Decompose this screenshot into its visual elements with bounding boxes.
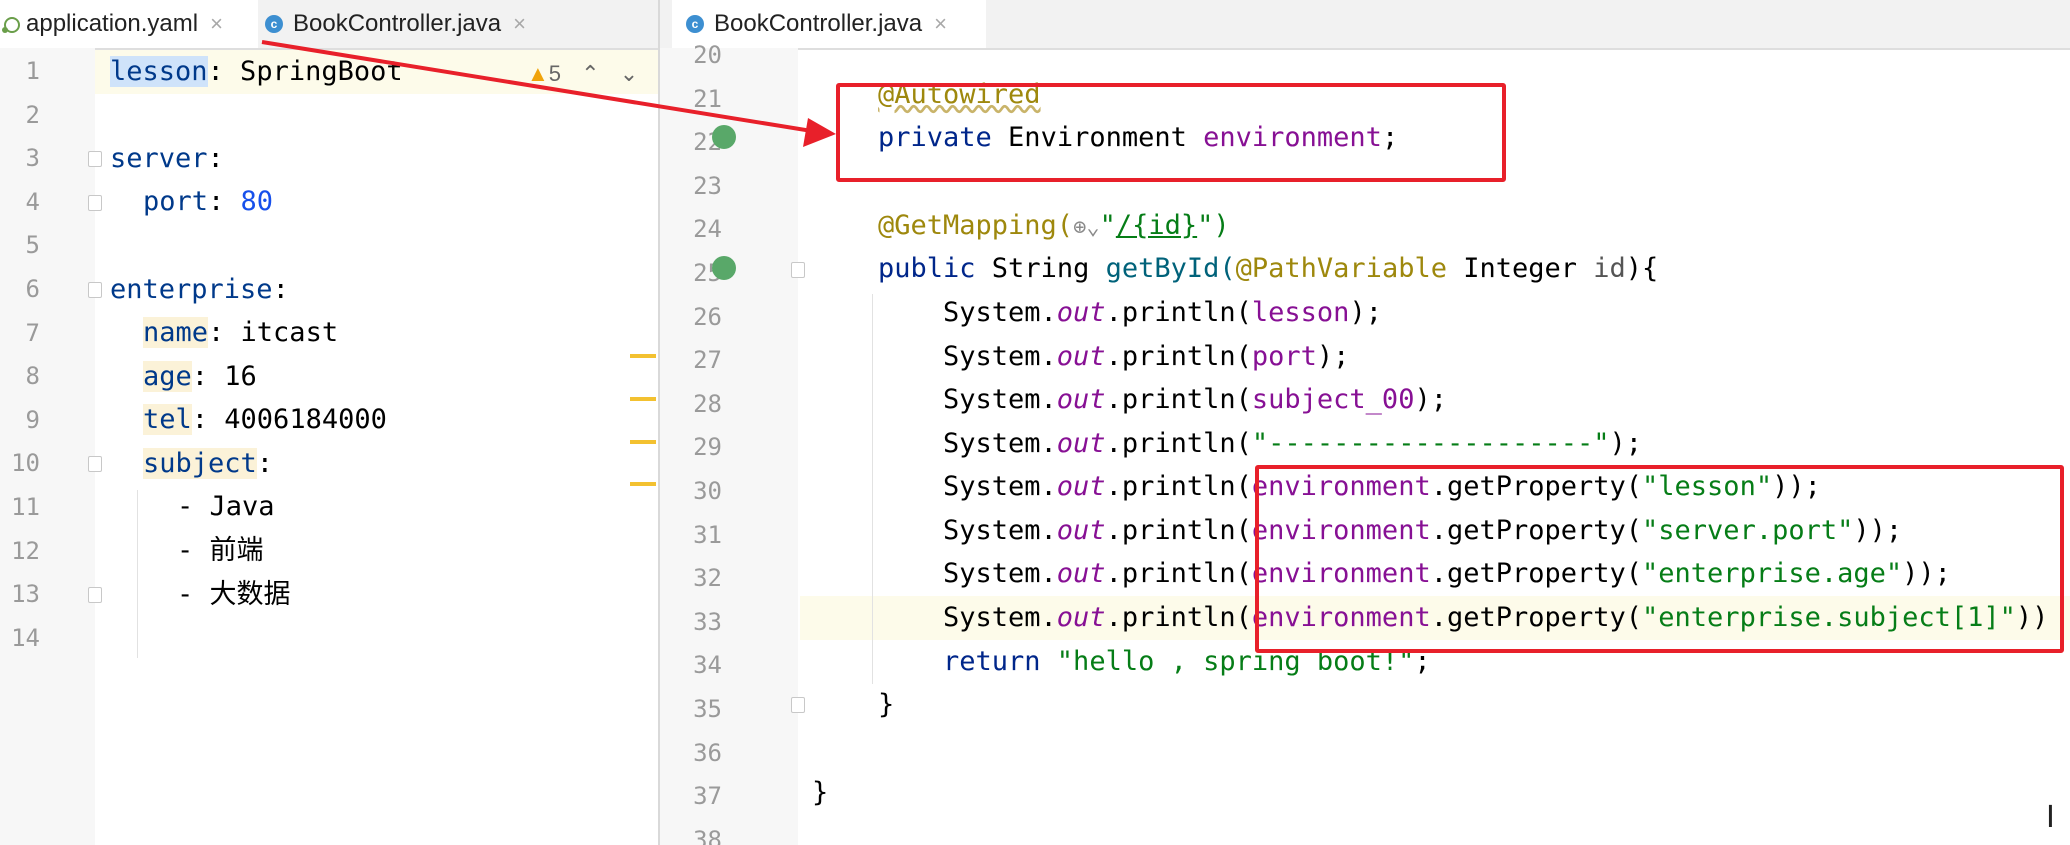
line-number: 7 <box>25 318 40 347</box>
annotation-box-autowired <box>836 83 1506 182</box>
right-editor-pane: c BookController.java × 20 21 22 23 24 2… <box>660 0 2070 845</box>
java-class-icon: c <box>686 15 704 33</box>
line-number: 26 <box>693 302 722 331</box>
fold-marker[interactable] <box>791 262 805 278</box>
left-editor-pane: application.yaml × c BookController.java… <box>0 0 660 845</box>
java-class-icon: c <box>265 15 283 33</box>
line-number: 20 <box>693 41 722 69</box>
line-number: 2 <box>25 100 40 129</box>
fold-marker[interactable] <box>88 151 102 167</box>
line-number: 23 <box>693 171 722 200</box>
close-icon[interactable]: × <box>934 11 947 37</box>
code-line-35[interactable]: } <box>878 683 894 727</box>
change-marker[interactable] <box>630 482 656 486</box>
yaml-file-icon <box>0 14 20 34</box>
code-line-8[interactable]: age: 16 <box>143 355 257 399</box>
code-line-25[interactable]: public String getById(@PathVariable Inte… <box>878 247 1658 291</box>
line-number: 14 <box>11 623 40 652</box>
text-cursor-icon: I <box>2046 800 2055 835</box>
line-number: 10 <box>11 449 40 478</box>
line-number: 12 <box>11 536 40 565</box>
tab-label: BookController.java <box>714 10 923 37</box>
right-tab-bar: c BookController.java × <box>660 0 2070 50</box>
chevron-down-icon[interactable]: ⌄ <box>620 61 638 86</box>
line-number: 8 <box>25 362 40 391</box>
line-number: 34 <box>693 651 722 680</box>
line-number: 29 <box>693 433 722 462</box>
close-icon[interactable]: × <box>210 11 223 37</box>
code-line-24[interactable]: @GetMapping(⊕⌄"/{id}") <box>878 204 1230 248</box>
globe-icon: ⊕⌄ <box>1073 215 1100 240</box>
code-line-37[interactable]: } <box>812 771 828 815</box>
code-line-13[interactable]: - 大数据 <box>177 573 291 617</box>
line-number: 1 <box>25 57 40 85</box>
fold-marker[interactable] <box>88 587 102 603</box>
line-number: 13 <box>11 580 40 609</box>
inspection-widget[interactable]: ▲5 ⌃ ⌄ <box>527 61 638 87</box>
tab-application-yaml[interactable]: application.yaml × <box>0 0 258 48</box>
annotation-box-getproperty <box>1255 465 2064 653</box>
tab-label: BookController.java <box>293 10 502 37</box>
line-number: 30 <box>693 477 722 505</box>
line-number-gutter: 1 2 3 4 5 6 7 8 9 10 11 12 13 14 <box>0 48 95 845</box>
line-number: 38 <box>693 825 722 845</box>
code-line-4[interactable]: port: 80 <box>143 180 273 224</box>
line-number: 24 <box>693 215 722 244</box>
warning-count: 5 <box>548 61 562 86</box>
line-number: 11 <box>11 493 40 521</box>
line-number: 32 <box>693 564 722 593</box>
line-number: 36 <box>693 738 722 767</box>
tab-bookcontroller-java[interactable]: c BookController.java × <box>265 0 565 48</box>
code-line-29[interactable]: System.out.println("--------------------… <box>943 422 1642 466</box>
line-number-gutter: 20 21 22 23 24 25 26 27 28 29 30 31 32 3… <box>660 41 798 845</box>
indent-guide <box>872 294 873 684</box>
line-number: 3 <box>25 144 40 173</box>
code-line-12[interactable]: - 前端 <box>177 529 264 573</box>
code-line-7[interactable]: name: itcast <box>143 311 338 355</box>
code-line-26[interactable]: System.out.println(lesson); <box>943 291 1382 335</box>
line-number: 5 <box>25 231 40 260</box>
fold-marker[interactable] <box>88 456 102 472</box>
code-line-28[interactable]: System.out.println(subject_00); <box>943 378 1447 422</box>
code-line-27[interactable]: System.out.println(port); <box>943 335 1349 379</box>
indent-guide <box>137 490 138 658</box>
tab-label: application.yaml <box>26 10 199 37</box>
line-number: 4 <box>25 187 40 216</box>
change-marker[interactable] <box>630 397 656 401</box>
line-number: 27 <box>693 346 722 375</box>
line-number: 35 <box>693 695 722 723</box>
code-line-6[interactable]: enterprise: <box>110 268 289 312</box>
bean-navigation-icon[interactable] <box>712 256 736 280</box>
change-marker[interactable] <box>630 440 656 444</box>
warning-icon: ▲ <box>527 61 549 86</box>
close-icon[interactable]: × <box>513 11 526 37</box>
code-line-3[interactable]: server: <box>110 137 224 181</box>
left-tab-bar: application.yaml × c BookController.java… <box>0 0 658 50</box>
code-line-9[interactable]: tel: 4006184000 <box>143 398 387 442</box>
line-number: 31 <box>693 520 722 549</box>
line-number: 9 <box>25 405 40 434</box>
bean-navigation-icon[interactable] <box>712 125 736 149</box>
fold-marker[interactable] <box>791 697 805 713</box>
fold-marker[interactable] <box>88 195 102 211</box>
line-number: 6 <box>25 275 40 303</box>
change-marker[interactable] <box>630 354 656 358</box>
chevron-up-icon[interactable]: ⌃ <box>581 61 599 86</box>
code-line-11[interactable]: - Java <box>177 485 275 529</box>
code-line-10[interactable]: subject: <box>143 442 273 486</box>
fold-marker[interactable] <box>88 282 102 298</box>
line-number: 28 <box>693 389 722 418</box>
line-number: 21 <box>693 84 722 113</box>
line-number: 33 <box>693 607 722 636</box>
line-number: 37 <box>693 782 722 811</box>
code-line-1[interactable]: lesson: SpringBoot <box>110 50 403 94</box>
